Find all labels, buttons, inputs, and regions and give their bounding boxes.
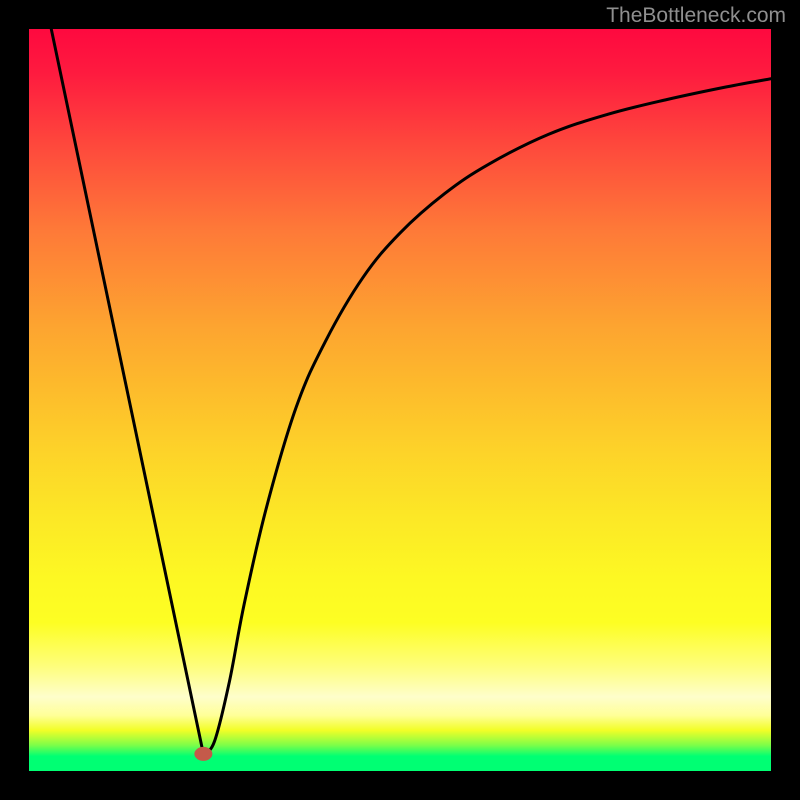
plot-area [29, 29, 771, 771]
chart-frame: TheBottleneck.com [0, 0, 800, 800]
curve-right-branch [203, 79, 771, 754]
curve-left-branch [51, 29, 203, 754]
watermark-text: TheBottleneck.com [606, 4, 786, 28]
curve-overlay [29, 29, 771, 771]
minimum-marker [194, 747, 212, 761]
